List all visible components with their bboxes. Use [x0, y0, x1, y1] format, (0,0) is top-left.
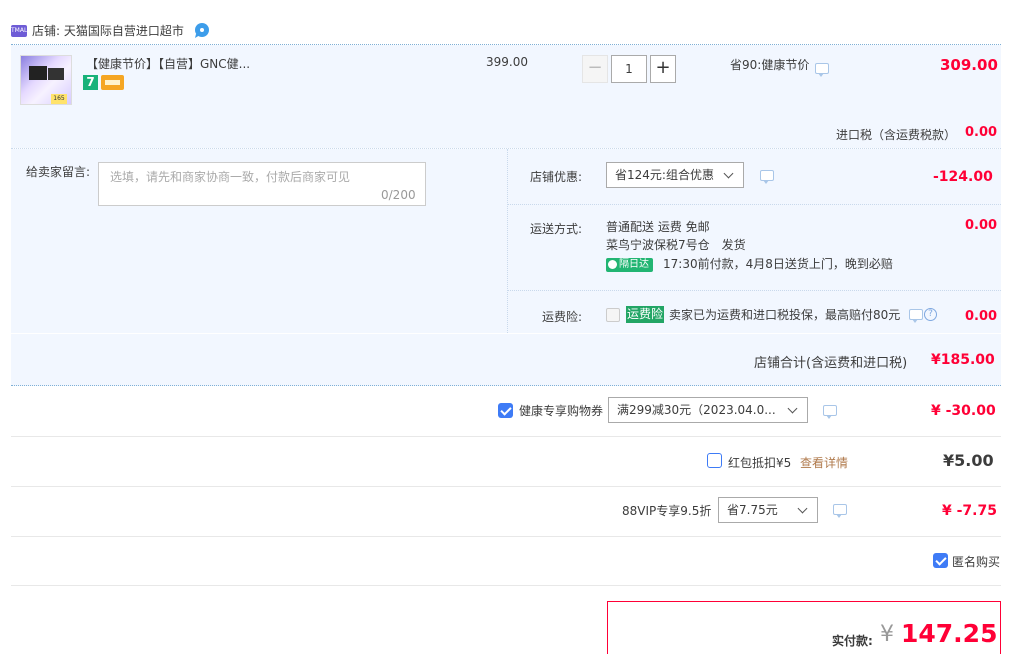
- shipping-note: 17:30前付款，4月8日送货上门，晚到必赔: [663, 257, 893, 271]
- vip-value: ¥ -7.75: [942, 503, 997, 519]
- item-promo-text: 省90:健康节价: [730, 58, 810, 72]
- coupon-label: 健康专享购物券: [519, 404, 604, 418]
- chevron-down-icon: [797, 503, 808, 514]
- item-title[interactable]: 【健康节价】【自营】GNC健...: [86, 55, 250, 73]
- memo-char-count: 0/200: [381, 188, 416, 202]
- insurance-value: 0.00: [965, 309, 998, 324]
- quantity-increase-button[interactable]: +: [650, 55, 676, 83]
- insurance-message-icon[interactable]: [909, 309, 923, 323]
- shipping-warehouse: 菜鸟宁波保税7号仓 发货: [606, 238, 746, 252]
- insurance-label: 运费险:: [542, 310, 583, 324]
- chevron-down-icon: [723, 168, 734, 179]
- redpacket-label: 红包抵扣¥5: [728, 456, 792, 470]
- row-divider: [11, 536, 1001, 537]
- thumb-price-tag: 165: [51, 94, 67, 104]
- memo-placeholder: 选填，请先和商家协商一致，付款后商家可见: [110, 170, 351, 184]
- tmall-logo-icon: TMALL: [11, 25, 31, 37]
- shop-subtotal-value: ¥185.00: [931, 352, 995, 368]
- chevron-down-icon: [787, 403, 798, 414]
- product-thumbnail[interactable]: 165: [20, 55, 72, 105]
- pay-total: 147.25: [901, 619, 998, 648]
- coupon-selected: 满299减30元（2023.04.0...: [617, 403, 776, 417]
- insurance-badge: 运费险: [626, 306, 664, 323]
- option-divider: [507, 290, 1001, 291]
- shop-discount-selected: 省124元:组合优惠: [615, 168, 714, 182]
- help-icon[interactable]: ?: [924, 308, 937, 321]
- pay-currency: ¥: [880, 622, 894, 647]
- product-box-image: [29, 66, 47, 80]
- coupon-select[interactable]: 满299减30元（2023.04.0...: [608, 397, 808, 423]
- anonymous-label: 匿名购买: [952, 555, 1001, 569]
- chat-icon[interactable]: [193, 22, 210, 38]
- shop-name[interactable]: 店铺: 天猫国际自营进口超市: [32, 22, 184, 40]
- row-divider: [11, 436, 1001, 437]
- import-tax-label: 进口税（含运费税款）: [836, 128, 957, 142]
- next-day-badge: 隔日达: [606, 258, 653, 272]
- shop-subtotal-label: 店铺合计(含运费和进口税): [754, 356, 908, 371]
- anonymous-checkbox[interactable]: [933, 553, 948, 568]
- coupon-message-icon[interactable]: [823, 405, 837, 419]
- item-total-price: 309.00: [940, 56, 998, 74]
- discount-message-icon[interactable]: [760, 170, 774, 184]
- shipping-value: 0.00: [965, 218, 998, 233]
- insurance-checkbox[interactable]: [606, 308, 620, 322]
- row-divider: [11, 585, 1001, 586]
- quantity-decrease-button[interactable]: −: [582, 55, 608, 83]
- redpacket-checkbox[interactable]: [707, 453, 722, 468]
- quantity-input[interactable]: 1: [611, 55, 647, 83]
- vip-message-icon[interactable]: [833, 504, 847, 518]
- insurance-text: 卖家已为运费和进口税投保，最高赔付80元: [669, 308, 901, 322]
- redpacket-value: ¥5.00: [943, 451, 994, 470]
- shipping-method: 普通配送 运费 免邮: [606, 220, 710, 234]
- row-divider: [11, 486, 1001, 487]
- redpacket-detail-link[interactable]: 查看详情: [800, 454, 848, 471]
- pay-label: 实付款:: [832, 634, 873, 648]
- coupon-value: ¥ -30.00: [931, 403, 996, 419]
- unit-price: 399.00: [486, 55, 528, 69]
- shop-discount-value: -124.00: [933, 169, 993, 185]
- import-tax-value: 0.00: [965, 125, 998, 140]
- shop-discount-select[interactable]: 省124元:组合优惠: [606, 162, 744, 188]
- coupon-checkbox[interactable]: [498, 403, 513, 418]
- vip-label: 88VIP专享9.5折: [622, 504, 712, 518]
- credit-card-icon: [101, 75, 124, 90]
- memo-label: 给卖家留言:: [26, 165, 91, 179]
- option-divider: [507, 204, 1001, 205]
- seven-day-return-icon: 7: [83, 75, 98, 90]
- vip-selected: 省7.75元: [727, 503, 778, 517]
- shop-discount-label: 店铺优惠:: [530, 170, 583, 184]
- shipping-label: 运送方式:: [530, 222, 583, 236]
- vip-select[interactable]: 省7.75元: [718, 497, 818, 523]
- promo-message-icon[interactable]: [815, 63, 829, 77]
- product-box-image: [48, 68, 64, 80]
